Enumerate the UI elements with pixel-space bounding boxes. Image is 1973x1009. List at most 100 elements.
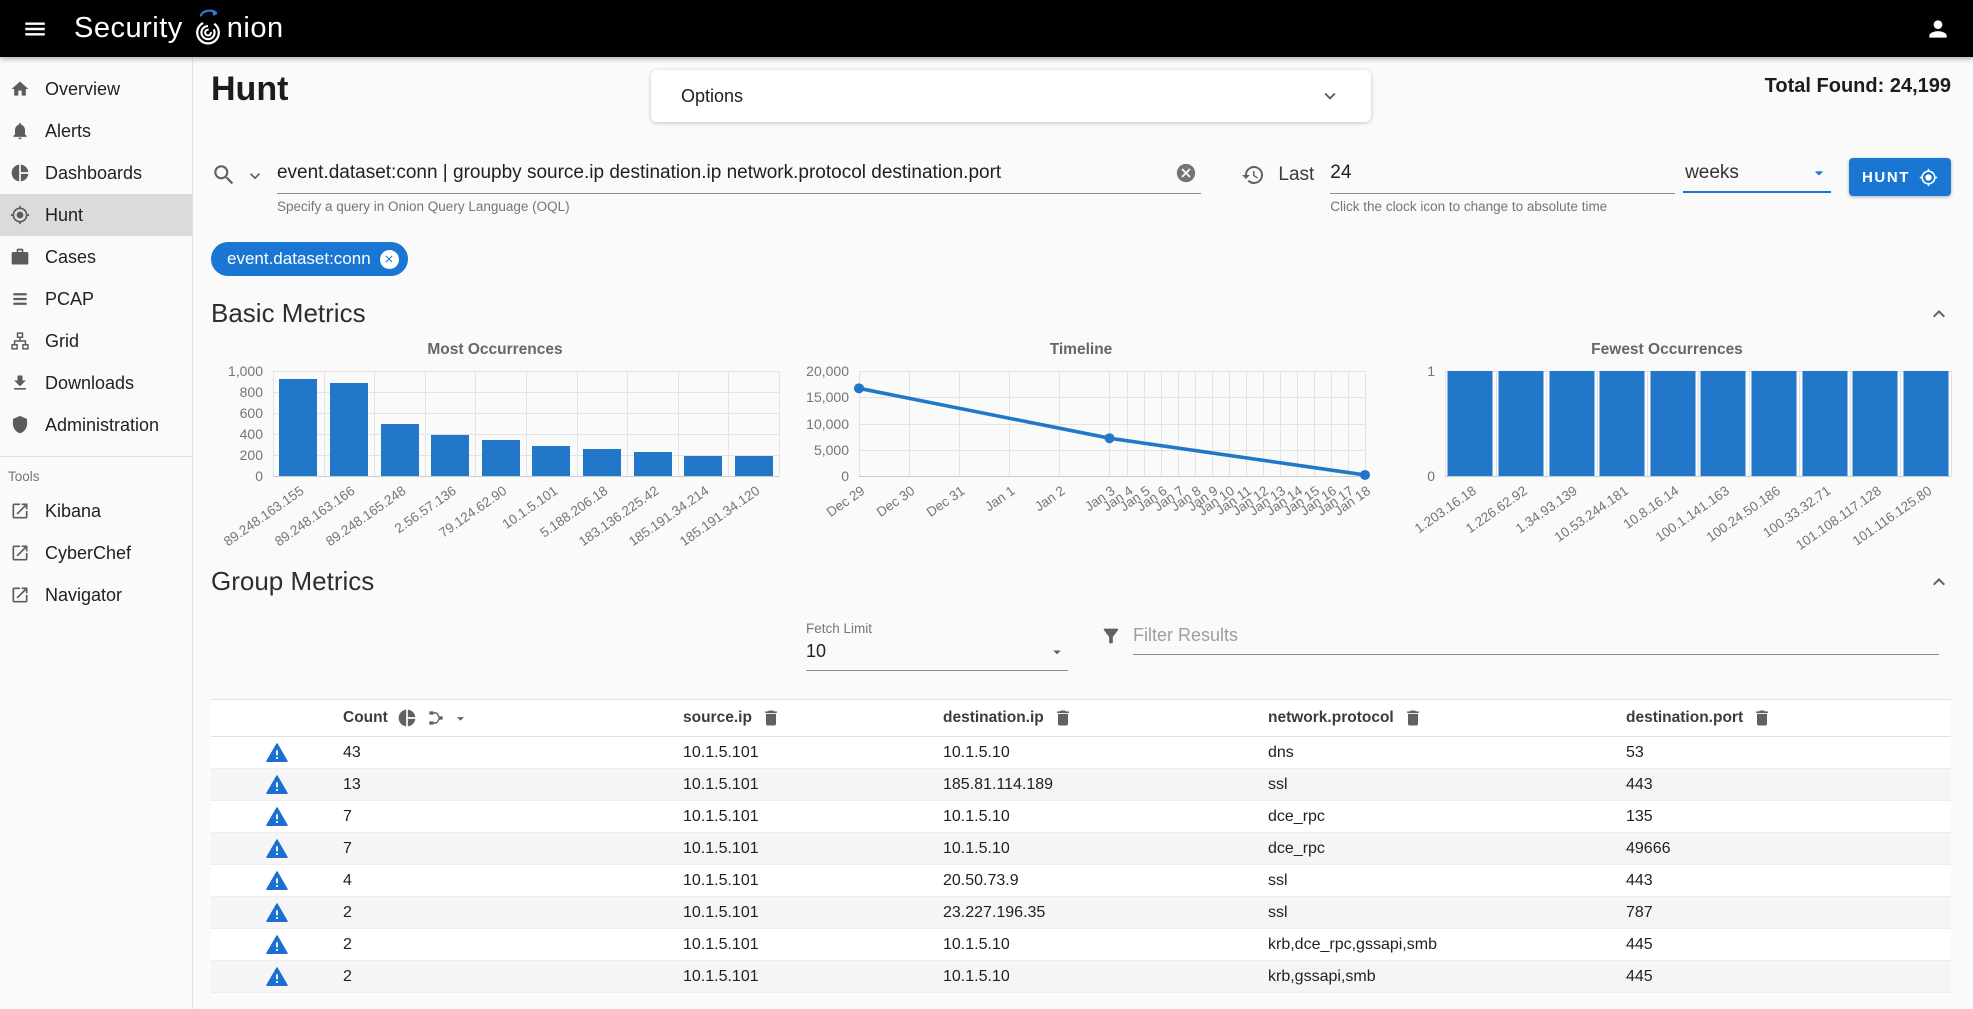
sidebar-item-cases[interactable]: Cases <box>0 236 192 278</box>
sidebar-tools-section: Tools KibanaCyberChefNavigator <box>0 456 192 616</box>
cell-network.protocol: krb,gssapi,smb <box>1268 968 1626 986</box>
warning-triangle-icon[interactable] <box>266 902 288 924</box>
warning-triangle-icon[interactable] <box>266 934 288 956</box>
lan-icon <box>10 331 30 351</box>
sidebar-item-navigator[interactable]: Navigator <box>0 574 192 616</box>
cell-Count: 2 <box>343 936 683 954</box>
sidebar-item-overview[interactable]: Overview <box>0 68 192 110</box>
bar <box>735 456 773 476</box>
delete-column-icon[interactable] <box>761 708 781 728</box>
query-dropdown-caret-icon[interactable] <box>245 166 265 186</box>
chart-plot <box>859 371 1365 476</box>
table-row: 4310.1.5.10110.1.5.10dns53 <box>211 737 1951 769</box>
cell-destination.port: 443 <box>1626 776 1951 794</box>
bell-icon <box>10 121 30 141</box>
search-icon <box>211 162 237 188</box>
cell-Count: 2 <box>343 904 683 922</box>
cell-network.protocol: dns <box>1268 744 1626 762</box>
options-panel[interactable]: Options <box>651 70 1371 122</box>
cell-Count: 7 <box>343 808 683 826</box>
cell-network.protocol: dce_rpc <box>1268 840 1626 858</box>
brand-text-security: Security <box>74 12 183 45</box>
sidebar-item-alerts[interactable]: Alerts <box>0 110 192 152</box>
sidebar-item-kibana[interactable]: Kibana <box>0 490 192 532</box>
collapse-basic-icon[interactable] <box>1927 302 1951 326</box>
warning-triangle-icon[interactable] <box>266 774 288 796</box>
warning-triangle-icon[interactable] <box>266 966 288 988</box>
sidebar: OverviewAlertsDashboards Hunt CasesPCAPGri… <box>0 57 193 1009</box>
chart-x-labels: Dec 29Dec 30Dec 31Jan 1Jan 2Jan 3Jan 4Ja… <box>859 476 1365 562</box>
bar <box>381 424 419 477</box>
table-row: 710.1.5.10110.1.5.10dce_rpc135 <box>211 801 1951 833</box>
chart-plot <box>1445 371 1951 476</box>
sidebar-item-cyberchef[interactable]: CyberChef <box>0 532 192 574</box>
cell-destination.ip: 10.1.5.10 <box>943 968 1268 986</box>
cell-Count: 43 <box>343 744 683 762</box>
sidebar-item-administration[interactable]: Administration <box>0 404 192 446</box>
menu-icon[interactable] <box>22 16 48 42</box>
cell-source.ip: 10.1.5.101 <box>683 872 943 890</box>
timeline-line <box>859 371 1365 476</box>
cell-network.protocol: ssl <box>1268 776 1626 794</box>
basic-metrics-header: Basic Metrics <box>211 298 1951 329</box>
sidebar-item-label: Hunt <box>45 205 83 226</box>
sidebar-item-hunt[interactable]: Hunt <box>0 194 192 236</box>
filter-results-input[interactable] <box>1133 621 1939 655</box>
warning-triangle-icon[interactable] <box>266 742 288 764</box>
briefcase-icon <box>10 247 30 267</box>
filter-icon <box>1100 625 1122 647</box>
cell-network.protocol: ssl <box>1268 872 1626 890</box>
sidebar-item-label: Downloads <box>45 373 134 394</box>
time-unit-select[interactable]: weeks <box>1683 158 1831 193</box>
bar <box>330 383 368 476</box>
charts-row: Most Occurrences1,000800600400200089.248… <box>211 341 1951 562</box>
remove-filter-icon[interactable] <box>380 250 399 269</box>
delete-column-icon[interactable] <box>1752 708 1772 728</box>
warning-triangle-icon[interactable] <box>266 838 288 860</box>
chevron-down-icon <box>1319 85 1341 107</box>
shield-icon <box>10 415 30 435</box>
bar <box>1802 371 1847 476</box>
hunt-button[interactable]: HUNT <box>1849 158 1951 196</box>
time-value-field: Click the clock icon to change to absolu… <box>1330 158 1675 214</box>
account-icon[interactable] <box>1925 16 1951 42</box>
sidebar-item-downloads[interactable]: Downloads <box>0 362 192 404</box>
caret-down-icon[interactable] <box>452 710 469 727</box>
clock-history-icon[interactable] <box>1241 163 1265 187</box>
sidebar-item-dashboards[interactable]: Dashboards <box>0 152 192 194</box>
bar <box>583 449 621 476</box>
time-value-input[interactable] <box>1330 158 1675 194</box>
delete-column-icon[interactable] <box>1053 708 1073 728</box>
query-input[interactable] <box>277 158 1201 194</box>
bar <box>1448 371 1493 476</box>
groupby-chart-options-icon[interactable] <box>426 708 446 728</box>
options-label: Options <box>681 86 743 107</box>
filter-chip[interactable]: event.dataset:conn <box>211 242 408 276</box>
cell-Count: 13 <box>343 776 683 794</box>
main-content: Hunt Options Total Found: 24,199 Specify… <box>193 57 1973 1009</box>
cell-Count: 2 <box>343 968 683 986</box>
warning-triangle-icon[interactable] <box>266 870 288 892</box>
cell-destination.port: 445 <box>1626 936 1951 954</box>
external-icon <box>10 501 30 521</box>
group-controls: Fetch Limit 10 <box>806 621 1951 671</box>
tools-header: Tools <box>0 463 192 490</box>
cell-destination.port: 49666 <box>1626 840 1951 858</box>
sidebar-item-grid[interactable]: Grid <box>0 320 192 362</box>
collapse-group-icon[interactable] <box>1927 570 1951 594</box>
time-unit-value: weeks <box>1685 162 1739 184</box>
total-found-value: 24,199 <box>1890 75 1951 97</box>
pie-chart-toggle-icon[interactable] <box>397 708 417 728</box>
table-row: 710.1.5.10110.1.5.10dce_rpc49666 <box>211 833 1951 865</box>
cell-destination.port: 135 <box>1626 808 1951 826</box>
query-hint: Specify a query in Onion Query Language … <box>277 199 1201 214</box>
delete-column-icon[interactable] <box>1403 708 1423 728</box>
clear-query-icon[interactable] <box>1175 162 1197 184</box>
cell-destination.port: 53 <box>1626 744 1951 762</box>
bar <box>684 456 722 476</box>
chart-x-labels: 89.248.163.15589.248.163.16689.248.165.2… <box>273 476 779 562</box>
sidebar-item-pcap[interactable]: PCAP <box>0 278 192 320</box>
warning-triangle-icon[interactable] <box>266 806 288 828</box>
fetch-limit-select[interactable]: Fetch Limit 10 <box>806 621 1068 671</box>
bar <box>1600 371 1645 476</box>
